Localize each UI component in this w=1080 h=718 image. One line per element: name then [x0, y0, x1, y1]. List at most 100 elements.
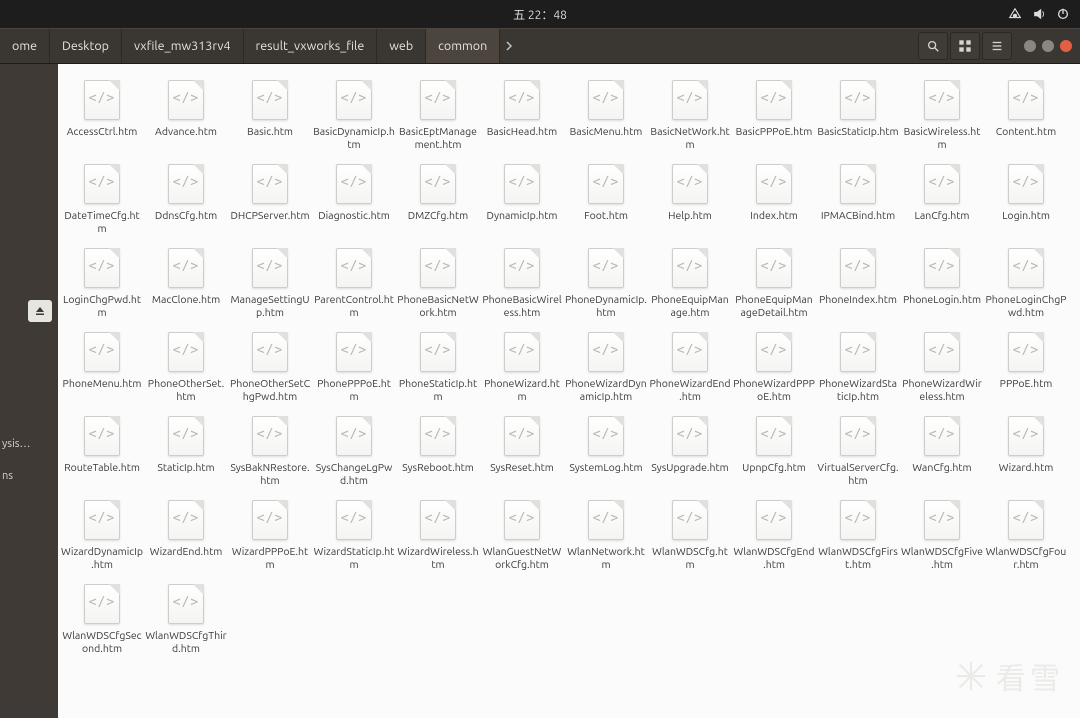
file-item[interactable]: </>Diagnostic.htm [312, 158, 396, 238]
file-item[interactable]: </>PhoneLoginChgPwd.htm [984, 242, 1068, 322]
file-item[interactable]: </>PhoneMenu.htm [60, 326, 144, 406]
file-item[interactable]: </>AccessCtrl.htm [60, 74, 144, 154]
file-item[interactable]: </>SysReboot.htm [396, 410, 480, 490]
file-item[interactable]: </>PhoneLogin.htm [900, 242, 984, 322]
file-item[interactable]: </>Help.htm [648, 158, 732, 238]
snowflake-icon [954, 659, 988, 693]
file-item[interactable]: </>LanCfg.htm [900, 158, 984, 238]
file-item[interactable]: </>PhoneBasicNetWork.htm [396, 242, 480, 322]
sidebar-item-label[interactable]: ns [2, 470, 56, 482]
file-item[interactable]: </>ManageSettingUp.htm [228, 242, 312, 322]
file-item[interactable]: </>WizardPPPoE.htm [228, 494, 312, 574]
power-icon[interactable] [1056, 7, 1070, 21]
file-item[interactable]: </>WlanWDSCfgFirst.htm [816, 494, 900, 574]
file-item[interactable]: </>Basic.htm [228, 74, 312, 154]
file-item[interactable]: </>SysBakNRestore.htm [228, 410, 312, 490]
file-item[interactable]: </>PhonePPPoE.htm [312, 326, 396, 406]
file-item[interactable]: </>PhoneEquipManage.htm [648, 242, 732, 322]
file-item[interactable]: </>PhoneWizardWireless.htm [900, 326, 984, 406]
file-item[interactable]: </>Index.htm [732, 158, 816, 238]
file-item[interactable]: </>Advance.htm [144, 74, 228, 154]
file-item[interactable]: </>PhoneEquipManageDetail.htm [732, 242, 816, 322]
file-item[interactable]: </>PhoneWizardDynamicIp.htm [564, 326, 648, 406]
file-item[interactable]: </>DHCPServer.htm [228, 158, 312, 238]
hamburger-menu-button[interactable] [982, 32, 1012, 60]
file-item[interactable]: </>WlanWDSCfgEnd.htm [732, 494, 816, 574]
breadcrumb-item[interactable]: vxfile_mw313rv4 [122, 29, 244, 63]
file-item[interactable]: </>PhoneDynamicIp.htm [564, 242, 648, 322]
file-item[interactable]: </>SystemLog.htm [564, 410, 648, 490]
html-file-icon: </> [1000, 330, 1052, 374]
html-file-icon: </> [916, 162, 968, 206]
file-item[interactable]: </>PhoneOtherSetChgPwd.htm [228, 326, 312, 406]
file-item[interactable]: </>WanCfg.htm [900, 410, 984, 490]
file-item[interactable]: </>StaticIp.htm [144, 410, 228, 490]
file-item[interactable]: </>WlanWDSCfgThird.htm [144, 578, 228, 658]
file-label: SysReboot.htm [402, 461, 474, 474]
file-item[interactable]: </>MacClone.htm [144, 242, 228, 322]
search-button[interactable] [918, 32, 948, 60]
file-item[interactable]: </>SysChangeLgPwd.htm [312, 410, 396, 490]
file-item[interactable]: </>SysReset.htm [480, 410, 564, 490]
volume-icon[interactable] [1032, 7, 1046, 21]
breadcrumb-item[interactable]: result_vxworks_file [244, 29, 378, 63]
file-item[interactable]: </>BasicWireless.htm [900, 74, 984, 154]
file-item[interactable]: </>BasicStaticIp.htm [816, 74, 900, 154]
network-icon[interactable] [1008, 7, 1022, 21]
files-pane[interactable]: </>AccessCtrl.htm</>Advance.htm</>Basic.… [58, 64, 1080, 718]
file-item[interactable]: </>DdnsCfg.htm [144, 158, 228, 238]
window-controls [1024, 40, 1072, 52]
file-item[interactable]: </>LoginChgPwd.htm [60, 242, 144, 322]
file-item[interactable]: </>BasicMenu.htm [564, 74, 648, 154]
file-item[interactable]: </>Content.htm [984, 74, 1068, 154]
file-item[interactable]: </>IPMACBind.htm [816, 158, 900, 238]
file-item[interactable]: </>BasicDynamicIp.htm [312, 74, 396, 154]
file-item[interactable]: </>WlanWDSCfgFour.htm [984, 494, 1068, 574]
file-item[interactable]: </>UpnpCfg.htm [732, 410, 816, 490]
view-toggle-button[interactable] [950, 32, 980, 60]
file-item[interactable]: </>WizardEnd.htm [144, 494, 228, 574]
file-item[interactable]: </>PPPoE.htm [984, 326, 1068, 406]
file-item[interactable]: </>DateTimeCfg.htm [60, 158, 144, 238]
minimize-button[interactable] [1024, 40, 1036, 52]
file-item[interactable]: </>BasicEptManagement.htm [396, 74, 480, 154]
close-button[interactable] [1060, 40, 1072, 52]
file-item[interactable]: </>BasicHead.htm [480, 74, 564, 154]
file-item[interactable]: </>WlanWDSCfgFive.htm [900, 494, 984, 574]
eject-button[interactable] [28, 300, 52, 322]
file-item[interactable]: </>PhoneIndex.htm [816, 242, 900, 322]
breadcrumb-item[interactable]: ome [0, 29, 50, 63]
file-item[interactable]: </>BasicPPPoE.htm [732, 74, 816, 154]
breadcrumb-item[interactable]: web [377, 29, 426, 63]
file-item[interactable]: </>PhoneBasicWireless.htm [480, 242, 564, 322]
file-item[interactable]: </>RouteTable.htm [60, 410, 144, 490]
file-item[interactable]: </>ParentControl.htm [312, 242, 396, 322]
file-item[interactable]: </>Login.htm [984, 158, 1068, 238]
file-item[interactable]: </>PhoneOtherSet.htm [144, 326, 228, 406]
file-item[interactable]: </>WlanNetwork.htm [564, 494, 648, 574]
file-item[interactable]: </>WlanGuestNetWorkCfg.htm [480, 494, 564, 574]
file-item[interactable]: </>DynamicIp.htm [480, 158, 564, 238]
file-item[interactable]: </>WlanWDSCfgSecond.htm [60, 578, 144, 658]
file-item[interactable]: </>PhoneWizardStaticIp.htm [816, 326, 900, 406]
file-item[interactable]: </>SysUpgrade.htm [648, 410, 732, 490]
breadcrumb-item[interactable]: Desktop [50, 29, 122, 63]
file-item[interactable]: </>PhoneWizardEnd.htm [648, 326, 732, 406]
file-item[interactable]: </>WizardWireless.htm [396, 494, 480, 574]
file-item[interactable]: </>PhoneWizard.htm [480, 326, 564, 406]
html-file-icon: </> [76, 78, 128, 122]
breadcrumb-item[interactable]: common [426, 29, 500, 63]
file-item[interactable]: </>DMZCfg.htm [396, 158, 480, 238]
sidebar-item-label[interactable]: ysis… [2, 438, 56, 450]
file-item[interactable]: </>PhoneWizardPPPoE.htm [732, 326, 816, 406]
file-item[interactable]: </>Wizard.htm [984, 410, 1068, 490]
file-item[interactable]: </>WizardDynamicIp.htm [60, 494, 144, 574]
file-item[interactable]: </>PhoneStaticIp.htm [396, 326, 480, 406]
file-item[interactable]: </>BasicNetWork.htm [648, 74, 732, 154]
file-item[interactable]: </>VirtualServerCfg.htm [816, 410, 900, 490]
maximize-button[interactable] [1042, 40, 1054, 52]
html-file-icon: </> [1000, 246, 1052, 290]
file-item[interactable]: </>WlanWDSCfg.htm [648, 494, 732, 574]
file-item[interactable]: </>Foot.htm [564, 158, 648, 238]
file-item[interactable]: </>WizardStaticIp.htm [312, 494, 396, 574]
